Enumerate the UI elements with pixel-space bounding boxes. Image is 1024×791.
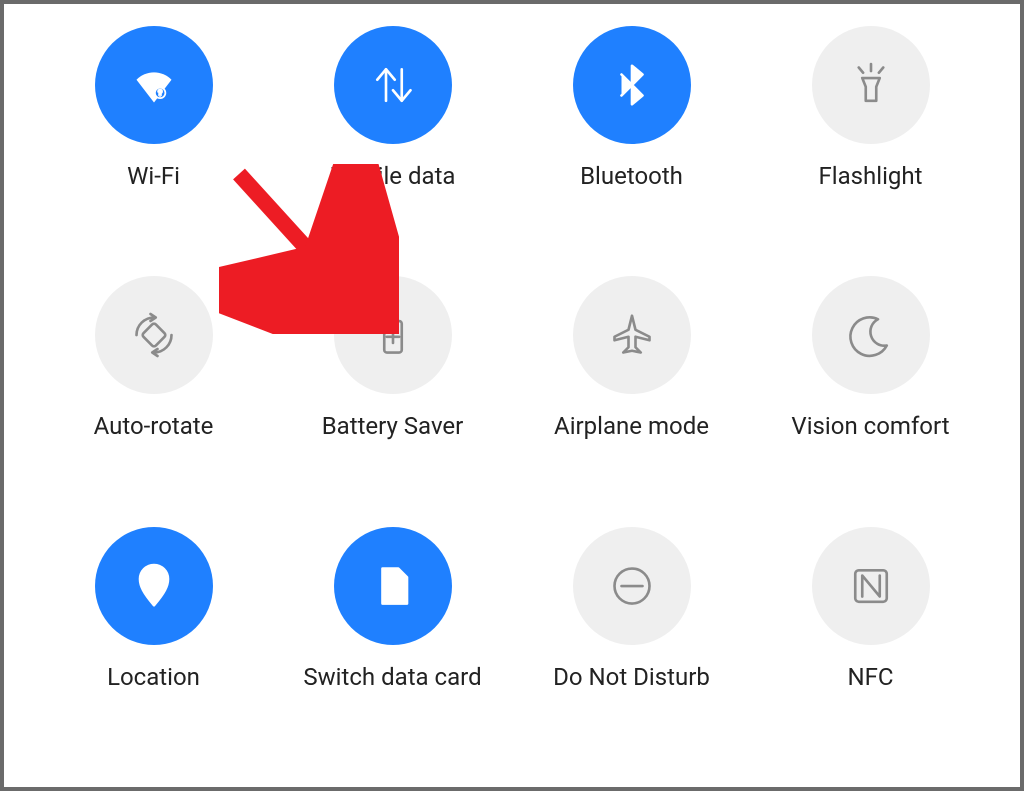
- svg-text:?: ?: [158, 90, 162, 98]
- tile-battery-saver[interactable]: Battery Saver: [273, 276, 512, 440]
- tile-label: Vision comfort: [791, 412, 949, 440]
- tile-switch-data-card[interactable]: 2 Switch data card: [273, 527, 512, 691]
- tile-auto-rotate[interactable]: Auto-rotate: [34, 276, 273, 440]
- tile-wifi[interactable]: ? Wi-Fi: [34, 26, 273, 190]
- airplane-icon: [573, 276, 691, 394]
- battery-saver-icon: [334, 276, 452, 394]
- moon-icon: [812, 276, 930, 394]
- svg-text:2: 2: [389, 578, 399, 598]
- tile-label: Bluetooth: [580, 162, 683, 190]
- wifi-icon: ?: [95, 26, 213, 144]
- tile-nfc[interactable]: NFC: [751, 527, 990, 691]
- quick-settings-panel: ? Wi-Fi Mobile data Bluet: [0, 0, 1024, 791]
- tile-bluetooth[interactable]: Bluetooth: [512, 26, 751, 190]
- tile-label: Auto-rotate: [94, 412, 214, 440]
- sim-card-icon: 2: [334, 527, 452, 645]
- quick-settings-grid: ? Wi-Fi Mobile data Bluet: [4, 4, 1020, 787]
- tile-label: Location: [107, 663, 200, 691]
- tile-mobile-data[interactable]: Mobile data: [273, 26, 512, 190]
- flashlight-icon: [812, 26, 930, 144]
- tile-label: Do Not Disturb: [553, 663, 710, 691]
- auto-rotate-icon: [95, 276, 213, 394]
- tile-label: Flashlight: [819, 162, 923, 190]
- tile-label: Battery Saver: [322, 412, 464, 440]
- tile-label: Airplane mode: [554, 412, 709, 440]
- tile-label: Mobile data: [330, 162, 456, 190]
- nfc-icon: [812, 527, 930, 645]
- location-icon: [95, 527, 213, 645]
- tile-location[interactable]: Location: [34, 527, 273, 691]
- bluetooth-icon: [573, 26, 691, 144]
- tile-do-not-disturb[interactable]: Do Not Disturb: [512, 527, 751, 691]
- tile-airplane-mode[interactable]: Airplane mode: [512, 276, 751, 440]
- mobile-data-icon: [334, 26, 452, 144]
- do-not-disturb-icon: [573, 527, 691, 645]
- tile-flashlight[interactable]: Flashlight: [751, 26, 990, 190]
- tile-label: NFC: [847, 663, 893, 691]
- tile-label: Switch data card: [303, 663, 481, 691]
- tile-vision-comfort[interactable]: Vision comfort: [751, 276, 990, 440]
- tile-label: Wi-Fi: [127, 162, 180, 190]
